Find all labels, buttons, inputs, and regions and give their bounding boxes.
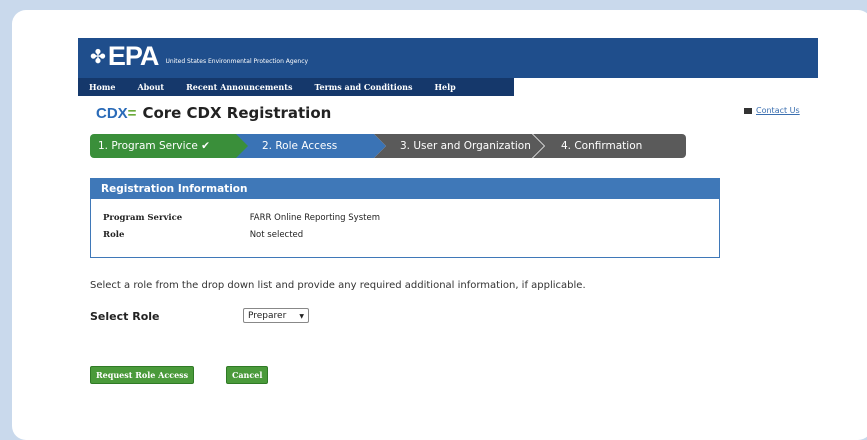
- dropdown-caret-icon: ▼: [299, 313, 304, 320]
- cdx-logo-mark: =: [127, 104, 137, 122]
- nav-home[interactable]: Home: [78, 78, 126, 96]
- epa-flower-icon: ✤: [90, 45, 106, 68]
- epa-logo-subtitle: United States Environmental Protection A…: [165, 57, 309, 65]
- program-service-label: Program Service: [103, 213, 183, 223]
- role-label: Role: [103, 230, 125, 240]
- role-dropdown[interactable]: Preparer ▼: [243, 308, 309, 323]
- program-service-row: Program Service FARR Online Reporting Sy…: [103, 213, 380, 223]
- step-confirmation: 4. Confirmation: [533, 134, 686, 158]
- contact-us-link[interactable]: Contact Us: [744, 106, 800, 115]
- envelope-icon: [744, 107, 752, 114]
- role-dropdown-value: Preparer: [248, 311, 287, 321]
- nav-recent-announcements[interactable]: Recent Announcements: [175, 78, 303, 96]
- select-role-label: Select Role: [90, 310, 160, 323]
- nav-help[interactable]: Help: [423, 78, 466, 96]
- nav-terms-and-conditions[interactable]: Terms and Conditions: [303, 78, 423, 96]
- step-role-access: 2. Role Access: [236, 134, 386, 158]
- step-program-service: 1. Program Service ✔: [90, 134, 250, 158]
- program-service-value: FARR Online Reporting System: [249, 213, 380, 223]
- step-user-and-organization: 3. User and Organization: [374, 134, 544, 158]
- progress-steps: 1. Program Service ✔ 2. Role Access 3. U…: [90, 134, 686, 158]
- epa-header: ✤ EPA United States Environmental Protec…: [78, 38, 818, 78]
- top-nav: Home About Recent Announcements Terms an…: [78, 78, 514, 96]
- role-value: Not selected: [249, 230, 304, 240]
- contact-us-label: Contact Us: [756, 106, 800, 115]
- request-role-access-button[interactable]: Request Role Access: [90, 366, 195, 384]
- epa-logo-text: EPA: [107, 41, 160, 71]
- epa-logo[interactable]: ✤ EPA United States Environmental Protec…: [90, 41, 308, 72]
- registration-info-header: Registration Information: [91, 179, 719, 199]
- title-row: CDX= Core CDX Registration: [96, 104, 331, 122]
- registration-info-panel: Registration Information Program Service…: [90, 178, 720, 258]
- role-row: Role Not selected: [103, 230, 303, 240]
- page-title: Core CDX Registration: [142, 104, 332, 122]
- cdx-logo: CDX=: [96, 105, 136, 122]
- cdx-logo-text: CDX: [96, 104, 128, 122]
- cancel-button[interactable]: Cancel: [226, 366, 269, 384]
- nav-about[interactable]: About: [126, 78, 175, 96]
- instruction-text: Select a role from the drop down list an…: [90, 280, 586, 291]
